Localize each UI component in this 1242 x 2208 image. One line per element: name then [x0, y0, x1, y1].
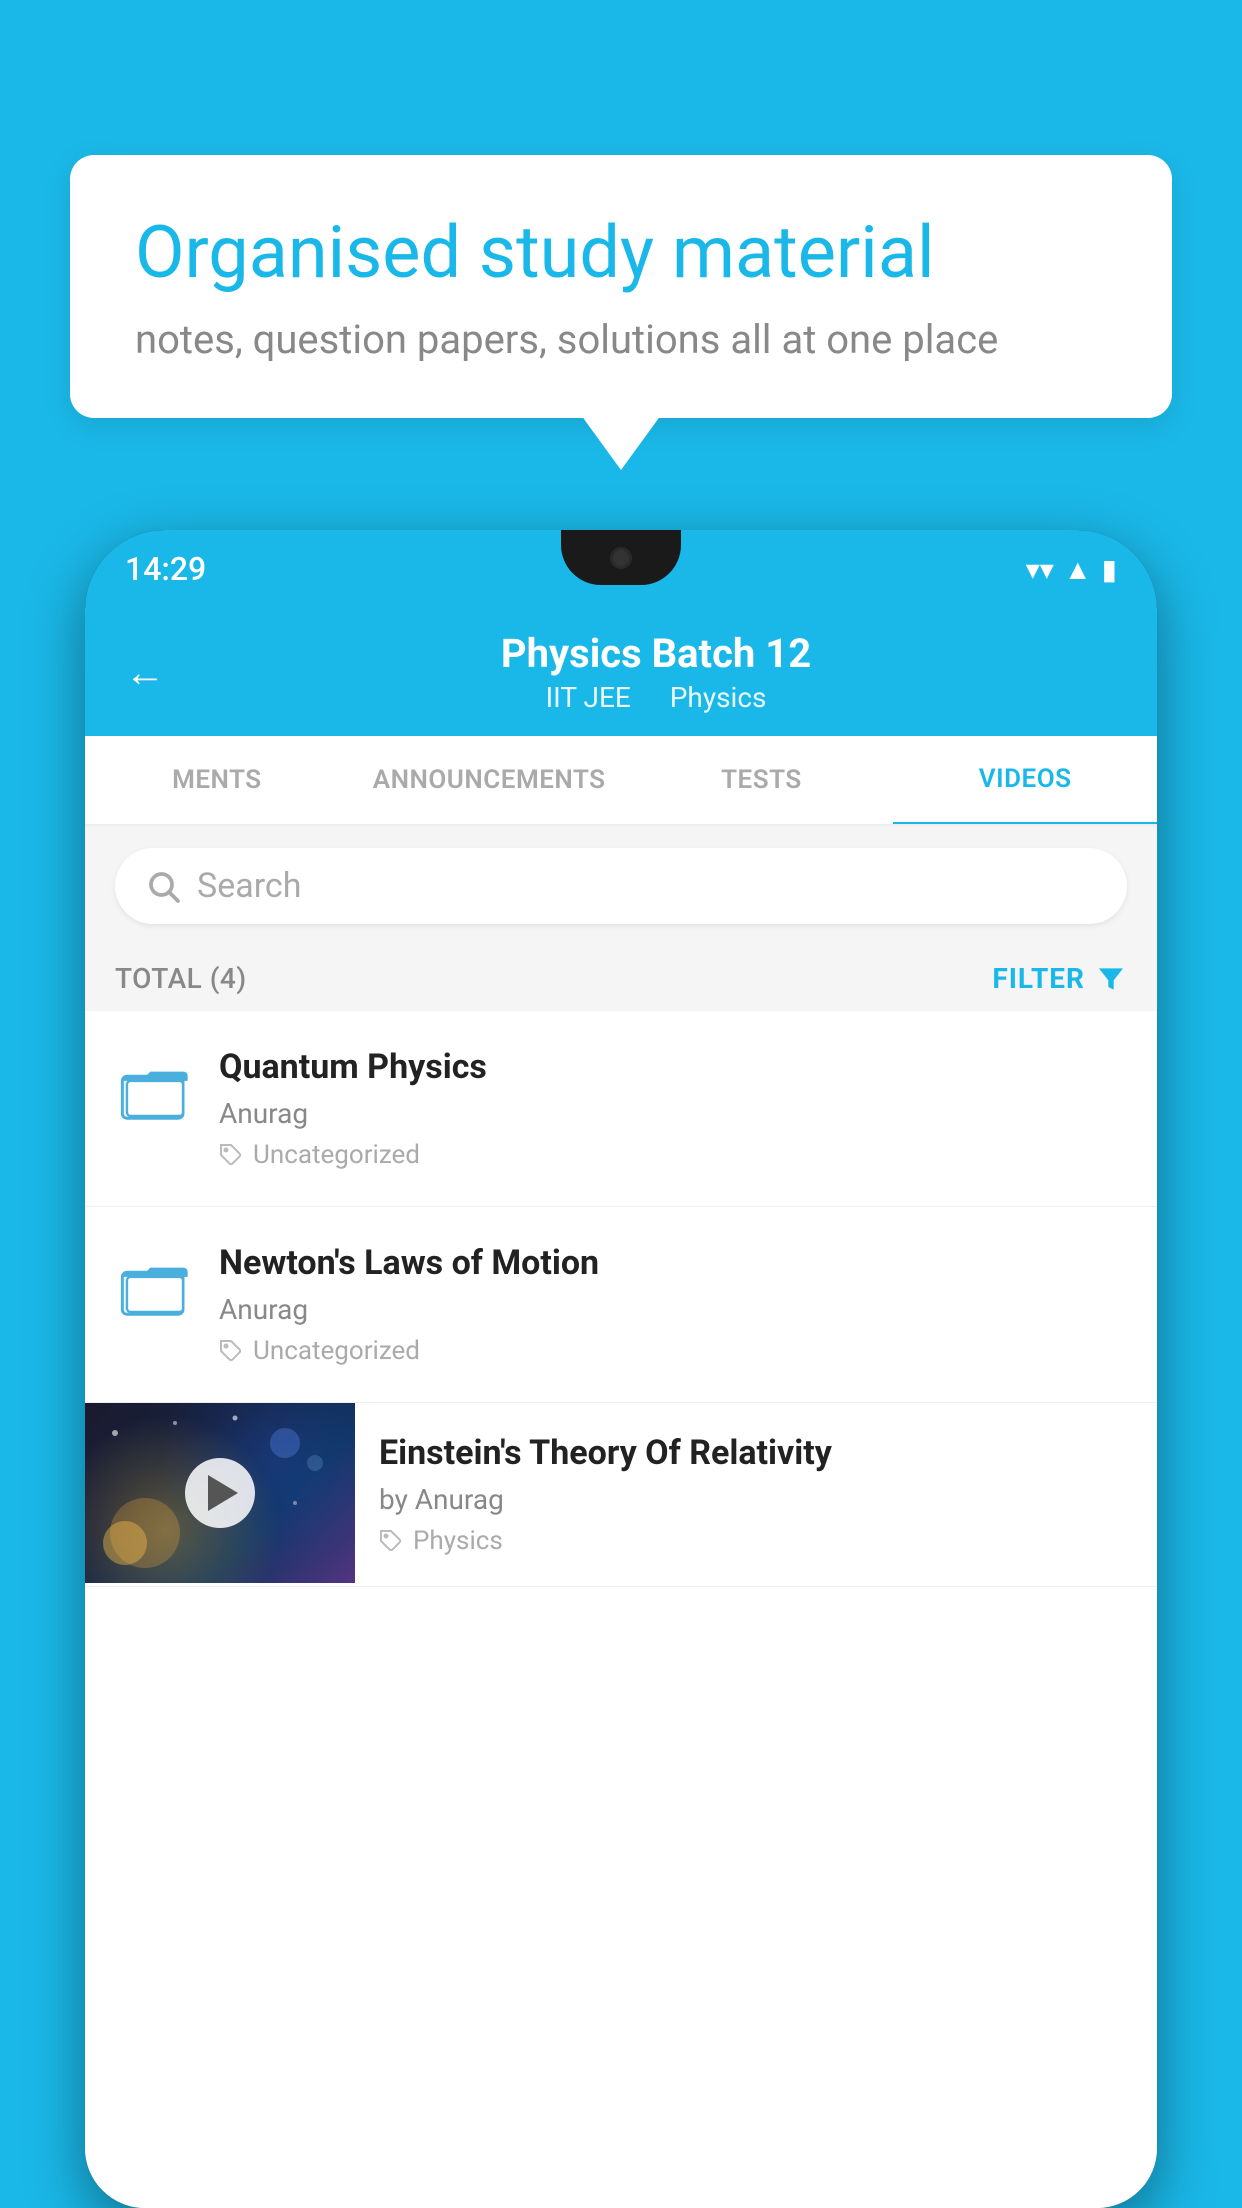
app-header: ← Physics Batch 12 IIT JEE Physics: [85, 608, 1157, 736]
header-title-area: Physics Batch 12 IIT JEE Physics: [195, 630, 1117, 714]
search-placeholder: Search: [197, 866, 301, 906]
play-triangle-icon: [208, 1475, 238, 1511]
item-icon-area: [115, 1047, 195, 1137]
item-info: Newton's Laws of Motion Anurag Uncategor…: [219, 1243, 1127, 1366]
filter-bar: TOTAL (4) FILTER: [85, 946, 1157, 1011]
folder-icon: [120, 1057, 190, 1127]
list-item[interactable]: Quantum Physics Anurag Uncategorized: [85, 1011, 1157, 1207]
back-button[interactable]: ←: [125, 649, 165, 696]
batch-title: Physics Batch 12: [195, 630, 1117, 677]
tag-label: Uncategorized: [253, 1336, 420, 1366]
media-info: Einstein's Theory Of Relativity by Anura…: [355, 1403, 1157, 1586]
tab-tests[interactable]: TESTS: [630, 737, 894, 823]
signal-icon: ▲: [1064, 553, 1092, 586]
camera-cutout: [610, 547, 632, 569]
item-title: Quantum Physics: [219, 1047, 1127, 1087]
media-thumbnail: [85, 1403, 355, 1583]
item-icon-area: [115, 1243, 195, 1333]
status-time: 14:29: [125, 550, 206, 588]
filter-button[interactable]: FILTER: [992, 962, 1127, 995]
app-content: ← Physics Batch 12 IIT JEE Physics MENTS…: [85, 608, 1157, 2208]
total-count: TOTAL (4): [115, 962, 247, 995]
phone-notch: [561, 530, 681, 585]
tag-icon: [379, 1529, 403, 1553]
subtitle-iitjee: IIT JEE: [546, 681, 631, 714]
search-icon: [145, 868, 181, 904]
tab-ments[interactable]: MENTS: [85, 737, 349, 823]
item-tag: Uncategorized: [219, 1336, 1127, 1366]
list-item-media[interactable]: Einstein's Theory Of Relativity by Anura…: [85, 1403, 1157, 1587]
item-title: Newton's Laws of Motion: [219, 1243, 1127, 1283]
tag-icon: [219, 1143, 243, 1167]
batch-subtitle: IIT JEE Physics: [195, 681, 1117, 714]
play-button[interactable]: [185, 1458, 255, 1528]
tabs-bar: MENTS ANNOUNCEMENTS TESTS VIDEOS: [85, 736, 1157, 826]
media-title: Einstein's Theory Of Relativity: [379, 1433, 1133, 1473]
tag-icon: [219, 1339, 243, 1363]
content-list: Quantum Physics Anurag Uncategorized: [85, 1011, 1157, 2208]
item-author: Anurag: [219, 1097, 1127, 1130]
filter-label: FILTER: [992, 962, 1085, 995]
item-tag: Uncategorized: [219, 1140, 1127, 1170]
search-bar[interactable]: Search: [115, 848, 1127, 924]
item-author: Anurag: [219, 1293, 1127, 1326]
tag-label: Physics: [413, 1526, 503, 1556]
folder-icon: [120, 1253, 190, 1323]
battery-icon: ▮: [1102, 553, 1117, 586]
subtitle-physics: Physics: [670, 681, 767, 714]
speech-bubble-title: Organised study material: [135, 210, 1107, 296]
tab-announcements[interactable]: ANNOUNCEMENTS: [349, 737, 630, 823]
status-bar: 14:29 ▾▾ ▲ ▮: [85, 530, 1157, 608]
speech-bubble: Organised study material notes, question…: [70, 155, 1172, 418]
item-info: Quantum Physics Anurag Uncategorized: [219, 1047, 1127, 1170]
list-item[interactable]: Newton's Laws of Motion Anurag Uncategor…: [85, 1207, 1157, 1403]
search-container: Search: [85, 826, 1157, 946]
media-author: by Anurag: [379, 1483, 1133, 1516]
tab-videos[interactable]: VIDEOS: [893, 736, 1157, 826]
media-tag: Physics: [379, 1526, 1133, 1556]
phone-frame: 14:29 ▾▾ ▲ ▮ ← Physics Batch 12 IIT JEE …: [85, 530, 1157, 2208]
speech-bubble-subtitle: notes, question papers, solutions all at…: [135, 316, 1107, 363]
filter-icon: [1095, 963, 1127, 995]
wifi-icon: ▾▾: [1026, 553, 1054, 586]
status-icons: ▾▾ ▲ ▮: [1026, 553, 1117, 586]
tag-label: Uncategorized: [253, 1140, 420, 1170]
